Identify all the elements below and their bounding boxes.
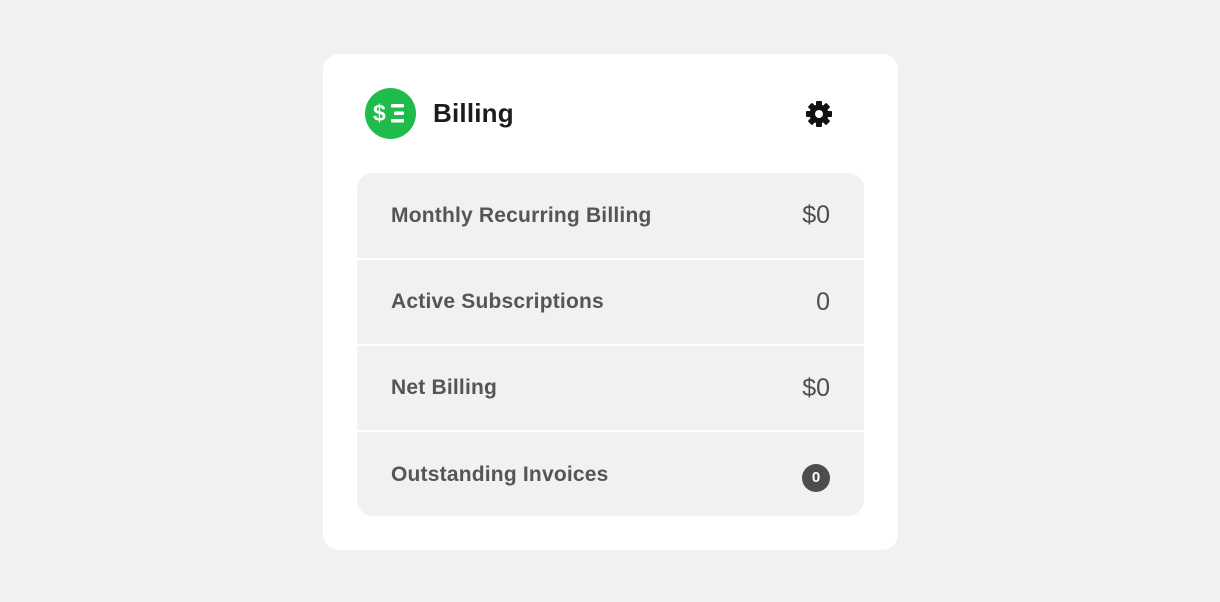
stat-value: $0 (802, 201, 830, 229)
stat-label: Monthly Recurring Billing (391, 203, 652, 227)
stat-label: Net Billing (391, 376, 498, 399)
stat-label: Active Subscriptions (391, 290, 604, 313)
stat-row-net-billing[interactable]: Net Billing $0 (357, 346, 864, 430)
card-header: $ Billing (365, 88, 835, 139)
dollar-list-icon: $ (365, 88, 416, 139)
stat-row-outstanding-invoices[interactable]: Outstanding Invoices 0 (357, 432, 864, 516)
count-badge: 0 (802, 463, 830, 492)
billing-card: $ Billing Monthly Recurring Billing $0 A… (323, 54, 898, 550)
card-title: Billing (433, 98, 514, 128)
stat-value: $0 (802, 373, 830, 402)
stat-value: 0 (816, 287, 830, 316)
svg-text:$: $ (373, 100, 386, 126)
settings-button[interactable] (803, 98, 835, 130)
stat-row-monthly-recurring-billing[interactable]: Monthly Recurring Billing $0 (357, 173, 864, 258)
stat-row-active-subscriptions[interactable]: Active Subscriptions 0 (357, 260, 864, 344)
billing-stats-list: Monthly Recurring Billing $0 Active Subs… (357, 173, 864, 516)
gear-icon (806, 101, 832, 127)
stat-label: Outstanding Invoices (391, 462, 609, 486)
